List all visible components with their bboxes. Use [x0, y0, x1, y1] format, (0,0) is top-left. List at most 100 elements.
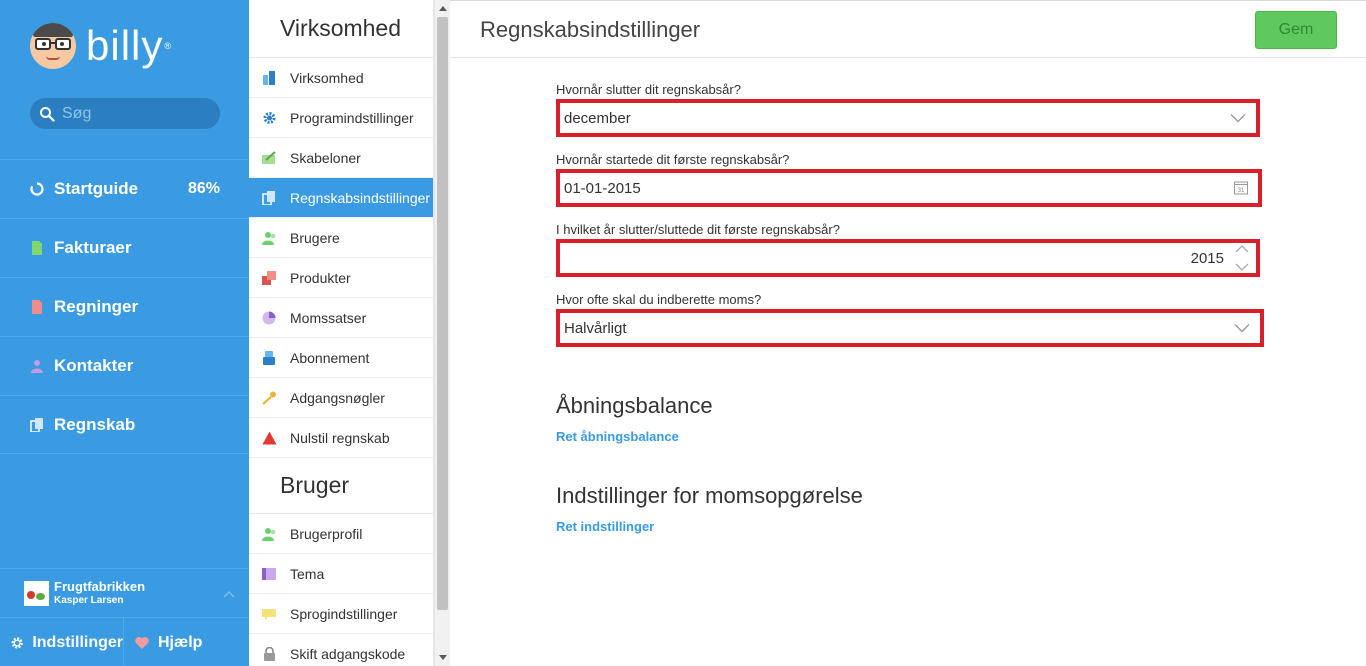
first-fiscal-year-start-label: Hvornår startede dit første regnskabsår?: [556, 152, 790, 167]
brand-registered-mark: ®: [164, 41, 171, 51]
vat-frequency-select[interactable]: Halvårligt: [556, 309, 1264, 347]
first-fiscal-year-start-value: 01-01-2015: [564, 179, 641, 197]
nav-item-startguide[interactable]: Startguide 86%: [0, 159, 249, 218]
scroll-down-arrow-icon[interactable]: [439, 655, 447, 660]
first-fiscal-year-end-stepper[interactable]: 2015: [556, 239, 1260, 277]
menu-item-abonnement[interactable]: Abonnement: [249, 338, 433, 378]
section-title-company: Virksomhed: [249, 0, 433, 58]
nav-item-label: Fakturaer: [54, 238, 132, 257]
menu-item-label: Brugere: [290, 229, 340, 246]
settings-menu-scrollbar[interactable]: [434, 0, 450, 666]
opening-balance-heading: Åbningsbalance: [556, 393, 713, 418]
first-fiscal-year-end-label: I hvilket år slutter/sluttede dit første…: [556, 222, 840, 237]
heart-icon: [135, 636, 149, 649]
menu-item-label: Momssatser: [290, 309, 367, 326]
menu-item-tema[interactable]: Tema: [249, 554, 433, 594]
menu-item-label: Skift adgangskode: [290, 645, 406, 662]
progress-ring-icon: [30, 182, 44, 196]
first-fiscal-year-end-value: 2015: [1190, 249, 1224, 267]
menu-item-label: Adgangsnøgler: [290, 389, 385, 406]
speech-bubble-icon: [262, 608, 276, 620]
theme-icon: [262, 567, 276, 580]
fiscal-settings-form: Hvornår slutter dit regnskabsår? decembe…: [556, 82, 1264, 347]
company-switcher[interactable]: Frugtfabrikken Kasper Larsen: [0, 568, 249, 617]
nav-item-regninger[interactable]: Regninger: [0, 277, 249, 336]
help-button[interactable]: Hjælp: [124, 618, 202, 666]
spinner-arrows-icon[interactable]: [1234, 243, 1250, 273]
sidebar-footer: Indstillinger Hjælp: [0, 617, 249, 666]
nav-item-label: Startguide: [54, 179, 139, 198]
fiscal-year-end-label: Hvornår slutter dit regnskabsår?: [556, 82, 741, 97]
search-box[interactable]: [30, 98, 220, 129]
billy-logo[interactable]: billy ®: [30, 20, 171, 72]
key-icon: [262, 391, 276, 405]
menu-item-skift-adgangskode[interactable]: Skift adgangskode: [249, 634, 433, 666]
books-icon: [30, 417, 43, 432]
menu-item-label: Brugerprofil: [290, 525, 363, 542]
menu-item-brugerprofil[interactable]: Brugerprofil: [249, 514, 433, 554]
main-sidebar: billy ® Startguide 86% Fakturaer Re: [0, 0, 249, 666]
menu-item-nulstil-regnskab[interactable]: Nulstil regnskab: [249, 418, 433, 458]
vat-settings-heading: Indstillinger for momsopgørelse: [556, 483, 863, 508]
nav-item-fakturaer[interactable]: Fakturaer: [0, 218, 249, 277]
main-nav: Startguide 86% Fakturaer Regninger Konta…: [0, 159, 249, 454]
menu-item-sprogindstillinger[interactable]: Sprogindstillinger: [249, 594, 433, 634]
gear-icon: [11, 636, 23, 649]
company-user: Kasper Larsen: [54, 594, 124, 606]
invoice-icon: [32, 241, 42, 255]
pie-chart-icon: [262, 311, 276, 324]
settings-menu: Virksomhed Virksomhed Programindstilling…: [249, 0, 434, 666]
nav-item-kontakter[interactable]: Kontakter: [0, 336, 249, 395]
subscription-icon: [263, 350, 275, 365]
chevron-up-icon: [223, 590, 235, 598]
settings-button[interactable]: Indstillinger: [0, 618, 124, 666]
vat-frequency-value: Halvårligt: [564, 319, 627, 337]
settings-label: Indstillinger: [32, 633, 123, 651]
menu-item-momssatser[interactable]: Momssatser: [249, 298, 433, 338]
menu-item-adgangsnoegler[interactable]: Adgangsnøgler: [249, 378, 433, 418]
help-label: Hjælp: [158, 633, 203, 651]
products-icon: [262, 270, 276, 285]
lock-icon: [264, 646, 275, 661]
main-content: Regnskabsindstillinger Gem Hvornår slutt…: [450, 0, 1366, 666]
scroll-up-arrow-icon[interactable]: [439, 6, 447, 11]
person-icon: [31, 360, 43, 373]
vat-frequency-label: Hvor ofte skal du indberette moms?: [556, 292, 762, 307]
scroll-thumb[interactable]: [437, 17, 448, 610]
edit-opening-balance-link[interactable]: Ret åbningsbalance: [556, 429, 679, 444]
menu-item-label: Produkter: [290, 269, 351, 286]
menu-item-programindstillinger[interactable]: Programindstillinger: [249, 98, 433, 138]
menu-item-brugere[interactable]: Brugere: [249, 218, 433, 258]
page-header: Regnskabsindstillinger Gem: [450, 0, 1366, 58]
search-input[interactable]: [62, 104, 212, 123]
fiscal-year-end-select[interactable]: december: [556, 99, 1260, 137]
nav-item-regnskab[interactable]: Regnskab: [0, 395, 249, 454]
section-title-user: Bruger: [249, 458, 433, 514]
books-icon: [262, 190, 275, 205]
calendar-icon-day: 31: [1238, 188, 1245, 194]
company-logo: [24, 580, 49, 606]
menu-item-label: Regnskabsindstillinger: [290, 189, 431, 206]
menu-item-virksomhed[interactable]: Virksomhed: [249, 58, 433, 98]
menu-item-label: Nulstil regnskab: [290, 429, 390, 446]
first-fiscal-year-start-field[interactable]: 01-01-2015 31: [556, 169, 1262, 207]
gear-icon: [263, 111, 276, 124]
menu-item-label: Sprogindstillinger: [290, 605, 398, 622]
save-button[interactable]: Gem: [1255, 11, 1337, 49]
calendar-icon[interactable]: 31: [1234, 181, 1248, 195]
nav-item-label: Regninger: [54, 297, 139, 316]
menu-item-regnskabsindstillinger[interactable]: Regnskabsindstillinger: [249, 178, 433, 218]
search-icon: [40, 106, 55, 122]
menu-item-skabeloner[interactable]: Skabeloner: [249, 138, 433, 178]
nav-item-label: Kontakter: [54, 356, 134, 375]
fiscal-year-end-value: december: [564, 109, 631, 127]
brand-name: billy: [86, 22, 164, 69]
edit-vat-settings-link[interactable]: Ret indstillinger: [556, 519, 654, 534]
bill-icon: [32, 300, 42, 314]
menu-item-produkter[interactable]: Produkter: [249, 258, 433, 298]
warning-triangle-icon: [262, 431, 277, 444]
users-icon: [262, 231, 276, 245]
startguide-percent: 86%: [187, 180, 220, 197]
page-title: Regnskabsindstillinger: [480, 17, 701, 42]
menu-item-label: Tema: [290, 565, 325, 582]
